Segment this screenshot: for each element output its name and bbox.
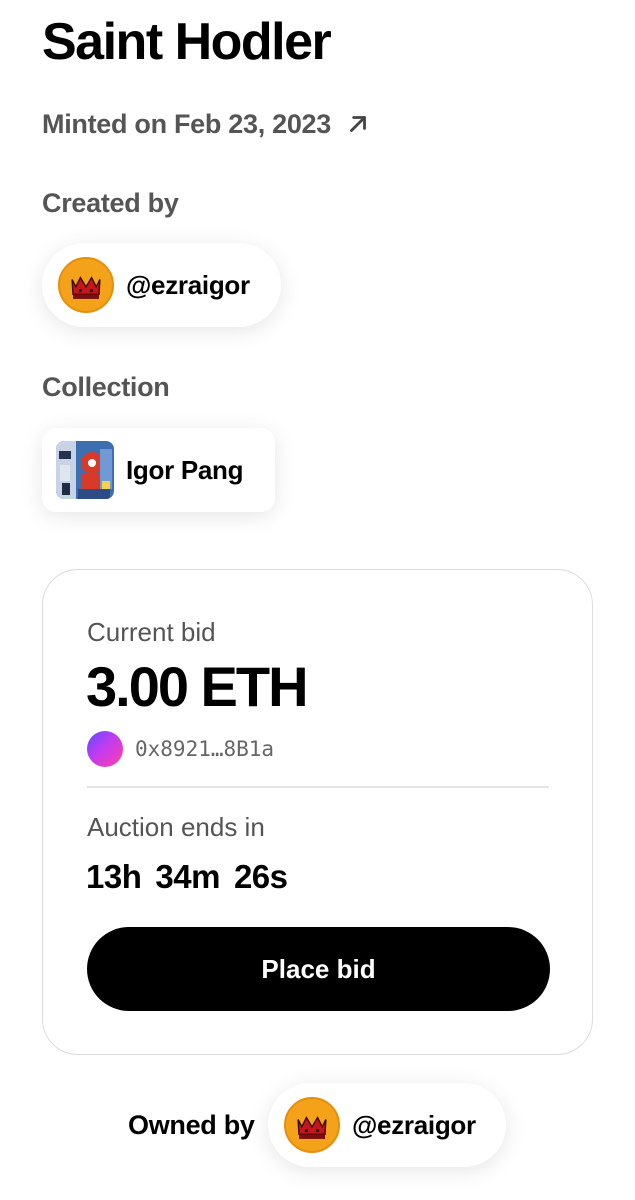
creator-handle: @ezraigor	[126, 269, 250, 300]
divider	[87, 786, 549, 788]
collection-chip[interactable]: Igor Pang	[42, 428, 275, 512]
creator-chip[interactable]: @ezraigor	[42, 243, 281, 327]
owner-handle: @ezraigor	[352, 1109, 476, 1140]
place-bid-button[interactable]: Place bid	[87, 927, 550, 1011]
countdown-hours: 13h	[86, 858, 142, 895]
crown-avatar-icon	[284, 1097, 340, 1153]
created-by-label: Created by	[42, 188, 179, 218]
minted-date: Minted on Feb 23, 2023	[42, 109, 331, 139]
owned-by-label: Owned by	[128, 1110, 255, 1140]
minted-link[interactable]: Minted on Feb 23, 2023	[42, 106, 371, 142]
owner-chip[interactable]: @ezraigor	[268, 1083, 506, 1167]
bidder-avatar	[87, 731, 123, 767]
collection-name: Igor Pang	[126, 454, 244, 485]
countdown-minutes: 34m	[155, 858, 220, 895]
bidder-address: 0x8921…8B1a	[135, 737, 275, 761]
countdown-timer: 13h 34m 26s	[86, 857, 288, 897]
page-title: Saint Hodler	[42, 13, 332, 71]
current-bid-amount: 3.00 ETH	[86, 655, 309, 718]
nft-detail-page: Saint Hodler Minted on Feb 23, 2023 Crea…	[0, 0, 635, 1200]
collection-thumbnail	[56, 441, 114, 499]
collection-label: Collection	[42, 372, 170, 402]
auction-ends-label: Auction ends in	[87, 812, 265, 842]
auction-card: Current bid 3.00 ETH 0x8921…8B1a Auction…	[42, 569, 593, 1055]
top-bidder[interactable]: 0x8921…8B1a	[87, 731, 274, 767]
countdown-seconds: 26s	[233, 858, 288, 895]
arrow-up-right-icon	[350, 116, 366, 132]
crown-avatar-icon	[58, 257, 114, 313]
current-bid-label: Current bid	[87, 617, 216, 647]
